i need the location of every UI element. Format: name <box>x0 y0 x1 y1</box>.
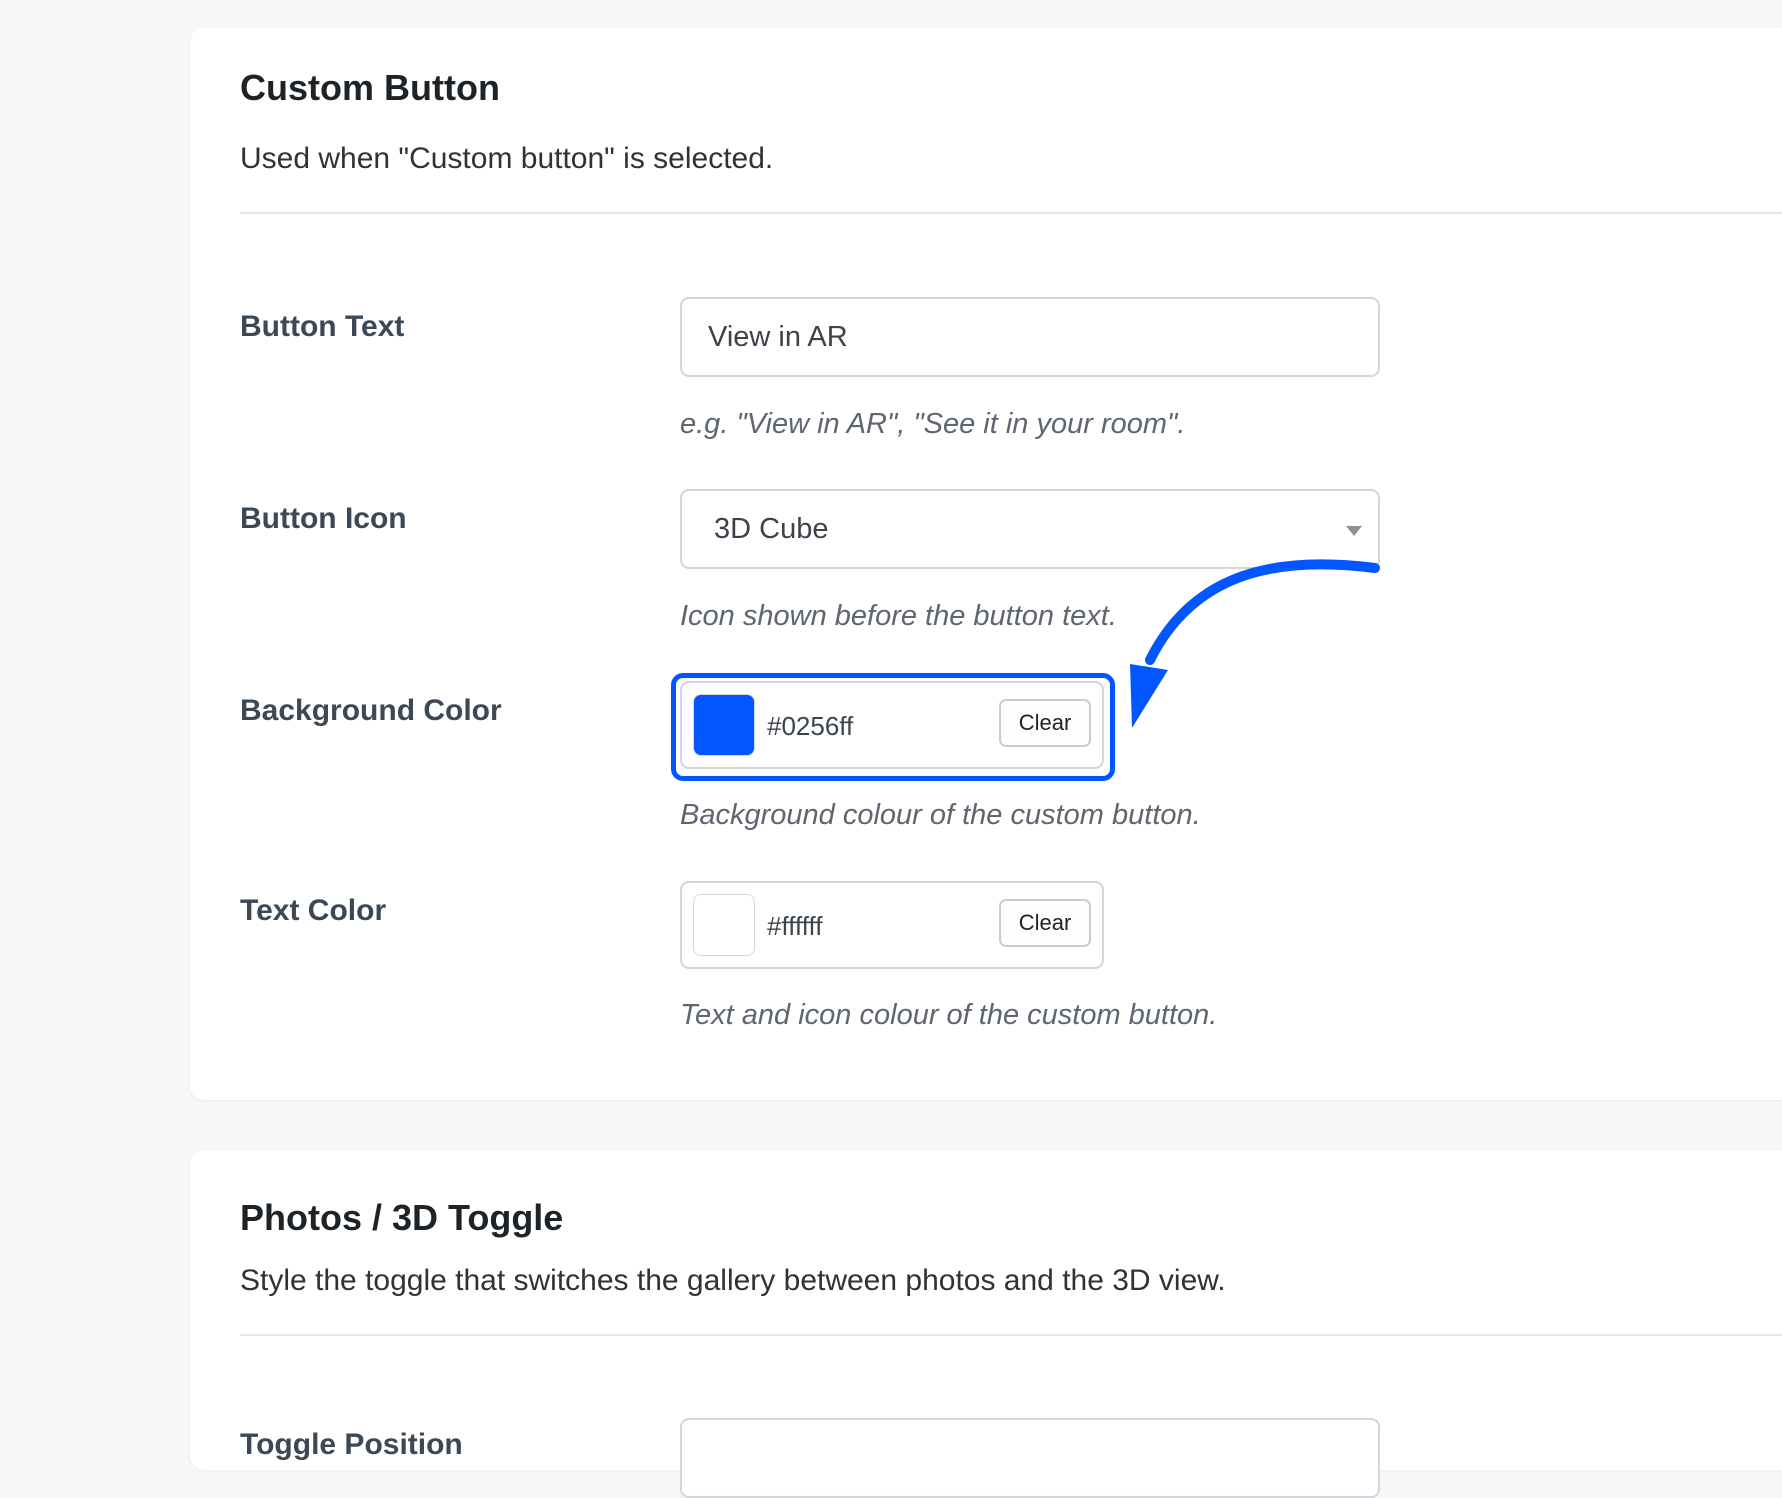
toggle-position-label: Toggle Position <box>240 1428 463 1461</box>
text-color-picker[interactable]: #ffffff Clear <box>680 881 1104 969</box>
section-title: Custom Button <box>240 67 500 108</box>
section-title: Photos / 3D Toggle <box>240 1197 564 1238</box>
custom-button-card: Custom Button Used when "Custom button" … <box>190 28 1782 1100</box>
chevron-down-icon <box>1346 526 1362 536</box>
button-text-label: Button Text <box>240 310 405 343</box>
background-color-value[interactable]: #0256ff <box>767 713 853 739</box>
button-text-help: e.g. "View in AR", "See it in your room"… <box>680 408 1186 440</box>
button-icon-selected: 3D Cube <box>714 512 829 545</box>
photos-toggle-card: Photos / 3D Toggle Style the toggle that… <box>190 1150 1782 1498</box>
section-divider <box>240 1334 1782 1336</box>
text-color-help: Text and icon colour of the custom butto… <box>680 999 1218 1031</box>
background-color-clear-button[interactable]: Clear <box>999 699 1091 747</box>
section-description: Used when "Custom button" is selected. <box>240 142 774 175</box>
color-swatch[interactable] <box>693 694 755 756</box>
background-color-label: Background Color <box>240 694 502 727</box>
toggle-position-select[interactable] <box>680 1418 1380 1498</box>
text-color-clear-button[interactable]: Clear <box>999 899 1091 947</box>
background-color-help: Background colour of the custom button. <box>680 799 1201 831</box>
color-swatch[interactable] <box>693 894 755 956</box>
text-color-value[interactable]: #ffffff <box>767 913 822 939</box>
button-text-input[interactable] <box>680 297 1380 377</box>
button-icon-help: Icon shown before the button text. <box>680 600 1117 632</box>
section-divider <box>240 212 1782 214</box>
section-description: Style the toggle that switches the galle… <box>240 1264 1226 1297</box>
background-color-picker[interactable]: #0256ff Clear <box>680 681 1104 769</box>
text-color-label: Text Color <box>240 894 387 927</box>
button-icon-label: Button Icon <box>240 502 407 535</box>
button-icon-select[interactable]: 3D Cube <box>680 489 1380 569</box>
